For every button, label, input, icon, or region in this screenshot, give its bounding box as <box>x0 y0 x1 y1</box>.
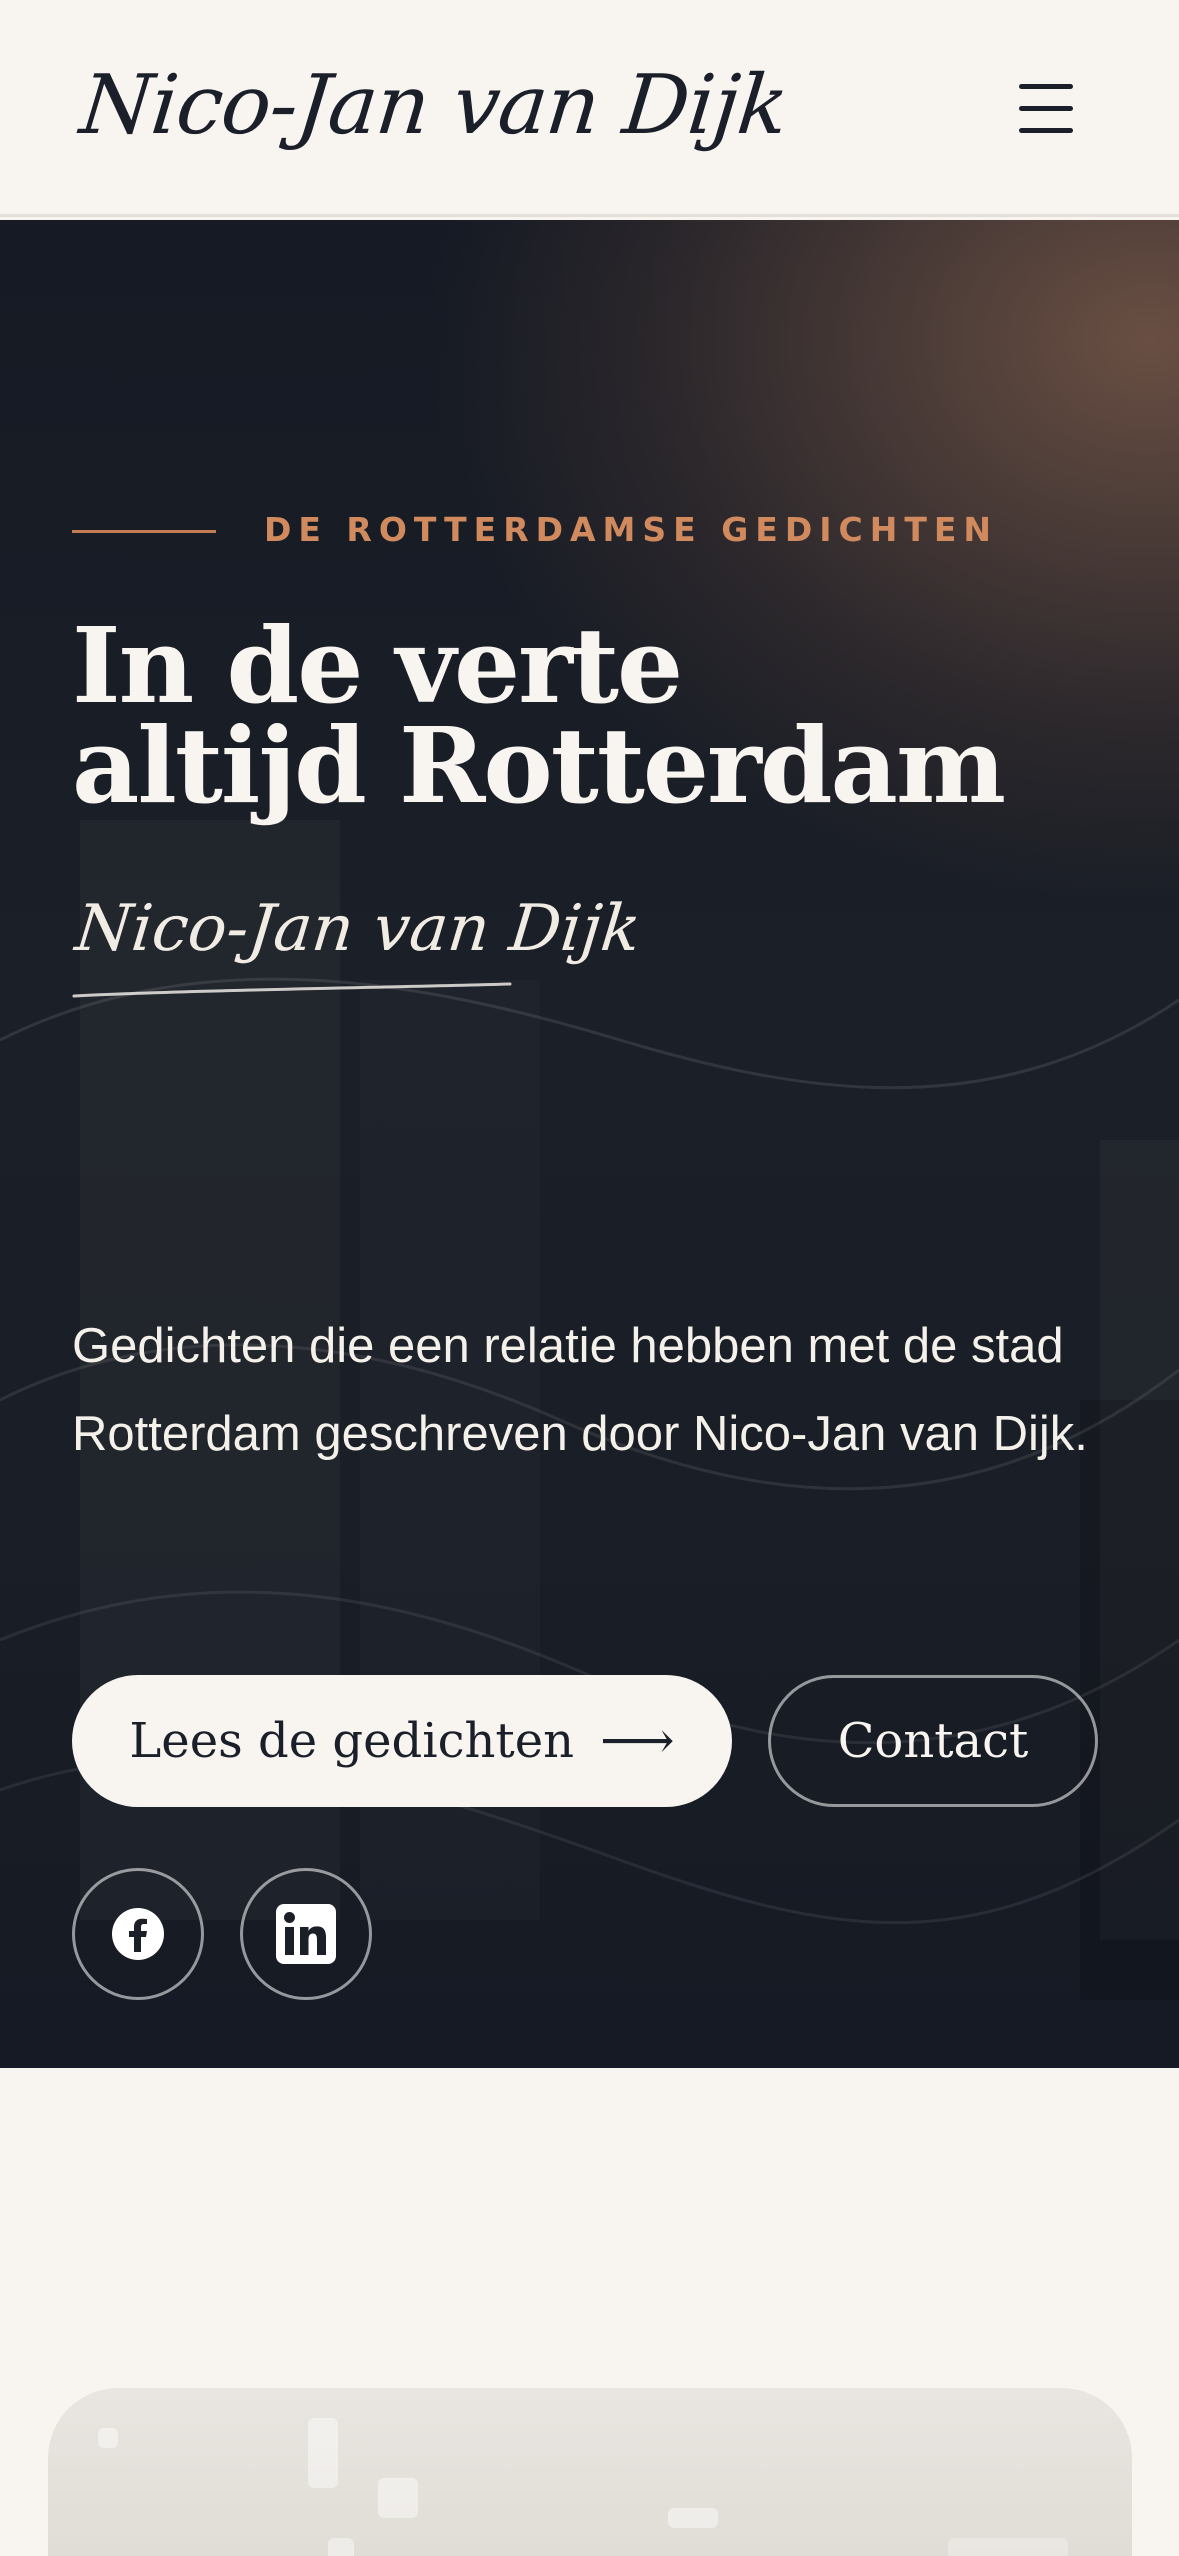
signature-underline <box>72 982 512 998</box>
linkedin-link[interactable] <box>240 1868 372 2000</box>
facebook-icon <box>112 1908 164 1960</box>
hamburger-menu-button[interactable] <box>1010 76 1086 142</box>
hero-eyebrow: DE ROTTERDAMSE GEDICHTEN <box>264 510 998 549</box>
eyebrow-divider <box>72 530 216 533</box>
hero-section: DE ROTTERDAMSE GEDICHTEN In de verte alt… <box>0 220 1179 2068</box>
site-logo[interactable]: Nico-Jan van Dijk <box>76 58 792 153</box>
hero-title: In de verte altijd Rotterdam <box>72 604 1072 827</box>
read-poems-button-label: Lees de gedichten <box>129 1713 575 1769</box>
hero-description: Gedichten die een relatie hebben met de … <box>72 1319 1088 1461</box>
hero-title-line-2: altijd Rotterdam <box>72 704 1006 827</box>
contact-button-label: Contact <box>837 1713 1029 1769</box>
read-poems-button[interactable]: Lees de gedichten ⟶ <box>72 1675 732 1807</box>
facebook-link[interactable] <box>72 1868 204 2000</box>
hero-signature: Nico-Jan van Dijk <box>72 892 645 966</box>
site-header: Nico-Jan van Dijk <box>0 0 1179 217</box>
linkedin-icon <box>276 1904 336 1964</box>
hamburger-menu-icon <box>1019 84 1073 89</box>
featured-image-card <box>48 2388 1132 2556</box>
arrow-right-icon: ⟶ <box>600 1711 675 1771</box>
contact-button[interactable]: Contact <box>768 1675 1098 1807</box>
hero-title-line-1: In de verte <box>72 604 683 727</box>
